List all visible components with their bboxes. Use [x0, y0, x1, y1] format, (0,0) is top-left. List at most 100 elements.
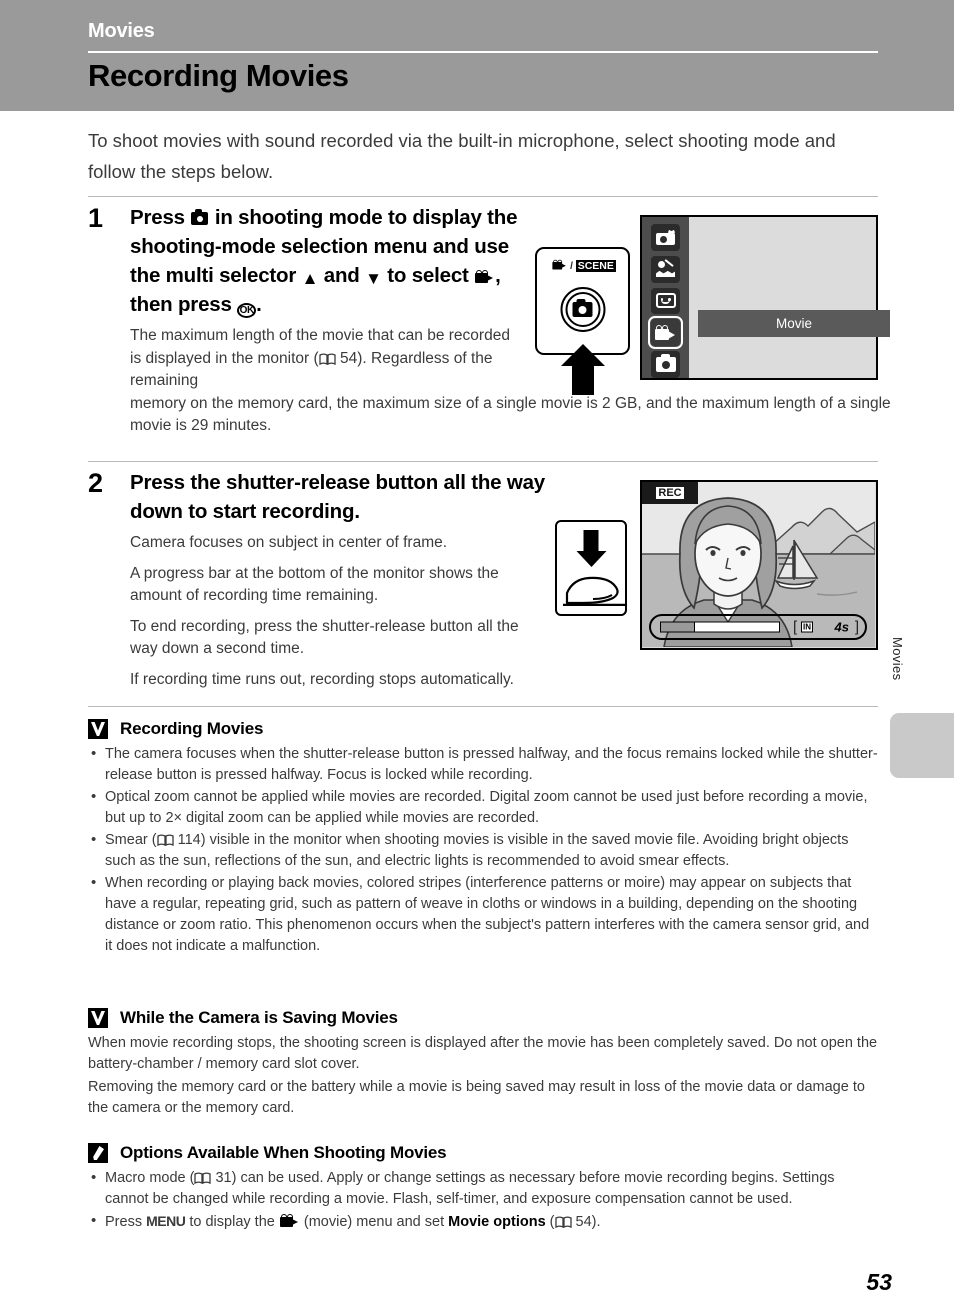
camera-icon — [572, 298, 593, 317]
note-1-list: The camera focuses when the shutter-rele… — [88, 743, 878, 957]
movie-mode-icon — [279, 1214, 299, 1228]
note-3-list: Macro mode ( 31) can be used. Apply or c… — [88, 1167, 878, 1233]
note-3-header: Options Available When Shooting Movies — [88, 1143, 878, 1163]
step-1-detail-ref: 54 — [340, 349, 358, 367]
step-2-heading: Press the shutter-release button all the… — [130, 471, 545, 523]
side-chapter-label: Movies — [890, 637, 905, 681]
movie-mode-icon — [475, 270, 494, 284]
note-1-header: Recording Movies — [88, 719, 878, 739]
note-2-title: While the Camera is Saving Movies — [120, 1008, 398, 1027]
note-1-item-3: Smear ( 114) visible in the monitor when… — [88, 829, 878, 872]
note-1-title: Recording Movies — [120, 719, 264, 738]
book-reference-icon — [194, 1172, 212, 1184]
step-1-number: 1 — [88, 203, 104, 233]
step-2-detail-line-3: To end recording, press the shutter-rele… — [130, 617, 519, 658]
time-remaining-label: 4s — [834, 619, 849, 635]
step-2-detail-line-4: If recording time runs out, recording st… — [130, 670, 514, 688]
step-1-detail: The maximum length of the movie that can… — [130, 325, 891, 438]
shutter-press-diagram — [555, 520, 627, 616]
note-3-item-2-d: ). — [591, 1214, 601, 1230]
note-recording-movies: Recording Movies The camera focuses when… — [88, 719, 878, 958]
note-1-item-4: When recording or playing back movies, c… — [88, 872, 878, 957]
step-2-number: 2 — [88, 468, 104, 498]
step-2-detail: Camera focuses on subject in center of f… — [130, 532, 550, 691]
recording-progress-bar — [660, 621, 780, 633]
arrow-up-icon: ▲ — [301, 269, 319, 288]
note-3-item-2-ref: 54 — [575, 1214, 592, 1230]
book-reference-icon — [156, 834, 174, 846]
movie-icon — [552, 259, 567, 271]
bracket-right: ] — [854, 618, 859, 636]
figure-step-1: / SCENE Movie — [530, 215, 890, 395]
camera-monitor-recording: REC [ IN 4s ] — [640, 480, 878, 650]
step-1-head-part1: Press — [130, 206, 185, 229]
camera-icon — [191, 209, 209, 225]
figure-step-2: REC [ IN 4s ] — [540, 480, 878, 652]
scene-mode-icon[interactable] — [651, 255, 680, 283]
mode-dial-labels: / SCENE — [537, 258, 628, 272]
pet-portrait-icon[interactable] — [651, 224, 680, 251]
step-1-head-part6: . — [256, 293, 262, 316]
note-1-item-3-a: Smear ( — [105, 832, 157, 848]
note-3-item-2-c: (movie) menu and set — [303, 1214, 445, 1230]
page-number: 53 — [866, 1269, 892, 1295]
selected-mode-label: Movie — [698, 310, 890, 337]
shutter-button-inner — [565, 292, 600, 327]
finger-icon — [563, 576, 625, 606]
intro-paragraph: To shoot movies with sound recorded via … — [88, 130, 836, 182]
note-3-item-2-bold: Movie options — [448, 1214, 546, 1230]
step-2-detail-line-1: Camera focuses on subject in center of f… — [130, 534, 448, 551]
caution-v-icon — [88, 1008, 108, 1028]
menu-button-icon: MENU — [146, 1213, 186, 1229]
note-3-item-1-ref: 31 — [215, 1170, 232, 1186]
note-3-item-1-a: Macro mode ( — [105, 1170, 195, 1186]
arrow-up-icon — [571, 365, 594, 395]
header-divider — [88, 51, 878, 53]
book-reference-icon — [554, 1216, 572, 1228]
side-chapter-tab — [890, 713, 954, 778]
note-1-item-2: Optical zoom cannot be applied while mov… — [88, 786, 878, 829]
scene-label: SCENE — [575, 260, 616, 272]
step-2-detail-line-2: A progress bar at the bottom of the moni… — [130, 564, 499, 605]
note-2-paragraph-1: When movie recording stops, the shooting… — [88, 1035, 878, 1072]
step-1-detail-line3: memory on the memory card, the maximum s… — [130, 394, 891, 435]
step-1-heading: Press in shooting mode to display the sh… — [130, 203, 530, 319]
note-3-item-2-b: to display the — [189, 1214, 275, 1230]
chapter-label: Movies — [88, 20, 155, 42]
page-header: Movies Recording Movies — [0, 0, 954, 111]
smart-portrait-icon[interactable] — [651, 287, 680, 315]
note-2-header: While the Camera is Saving Movies — [88, 1008, 878, 1028]
rec-indicator: REC — [642, 482, 698, 504]
note-3-item-1: Macro mode ( 31) can be used. Apply or c… — [88, 1167, 878, 1210]
shutter-button-ring — [560, 287, 605, 332]
mode-label-area: Movie — [689, 217, 890, 378]
auto-mode-icon[interactable] — [651, 351, 680, 378]
arrow-down-icon — [583, 530, 599, 552]
recording-progress-fill — [694, 622, 779, 632]
notes-divider — [88, 706, 878, 707]
step2-divider — [88, 461, 878, 462]
caution-v-icon — [88, 719, 108, 739]
bracket-left: [ — [793, 618, 798, 636]
rec-label: REC — [656, 487, 684, 499]
label-separator: / — [570, 261, 573, 272]
note-options-available: Options Available When Shooting Movies M… — [88, 1143, 878, 1234]
note-1-item-3-b: 114) visible in the monitor when shootin… — [105, 832, 849, 869]
note-saving-movies: While the Camera is Saving Movies When m… — [88, 1008, 878, 1121]
book-reference-icon — [319, 353, 336, 365]
step-1-head-part4: to select — [387, 264, 469, 287]
arrow-down-icon: ▼ — [365, 269, 382, 288]
note-2-paragraph-2: Removing the memory card or the battery … — [88, 1079, 865, 1116]
note-1-item-1: The camera focuses when the shutter-rele… — [88, 743, 878, 786]
note-3-title: Options Available When Shooting Movies — [120, 1143, 447, 1162]
camera-monitor-mode-menu: Movie — [640, 215, 890, 380]
note-3-item-2-a: Press — [105, 1214, 143, 1230]
page-title: Recording Movies — [88, 58, 349, 93]
note-3-item-2: Press MENU to display the (movie) menu a… — [88, 1210, 878, 1233]
shooting-mode-strip — [642, 217, 689, 378]
ok-button-icon: OK — [237, 303, 257, 318]
pencil-note-icon — [88, 1143, 108, 1163]
step-1-head-part3: and — [323, 264, 360, 287]
movie-mode-icon[interactable] — [648, 316, 683, 350]
shutter-button-diagram: / SCENE — [535, 247, 630, 395]
